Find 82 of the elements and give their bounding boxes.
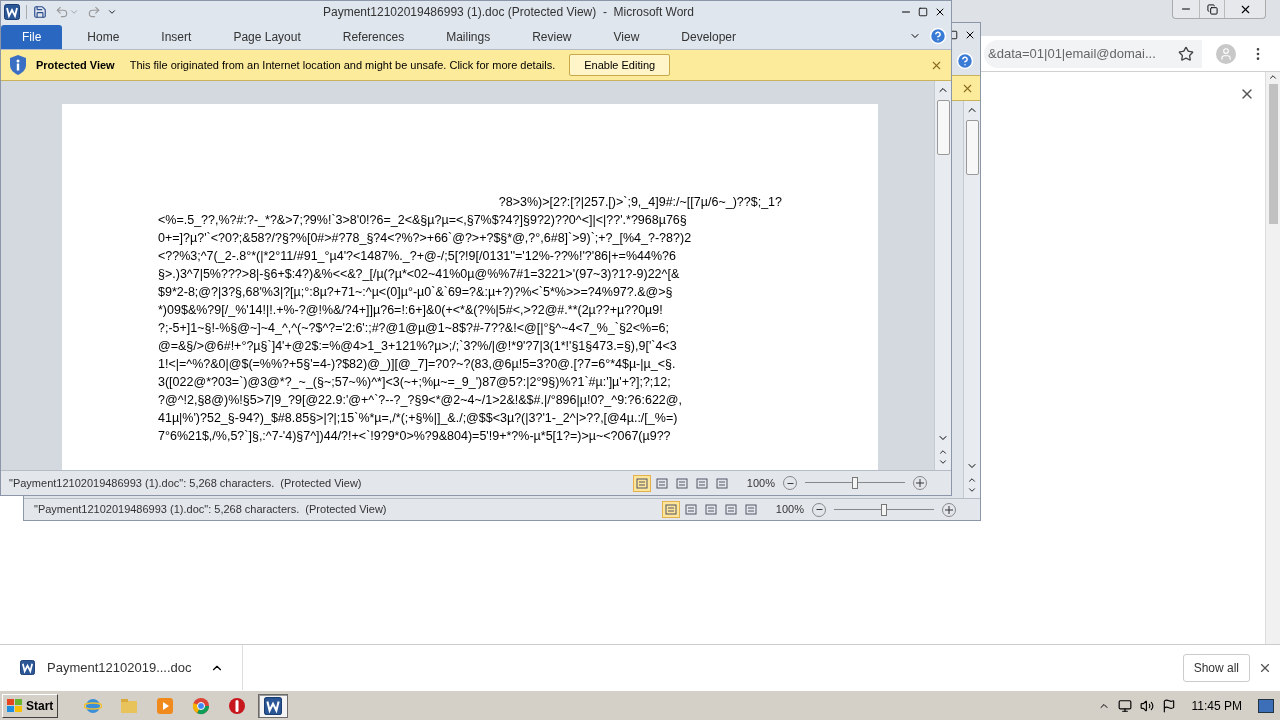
taskbar-app[interactable] [258,693,289,718]
document-text-line: *)09$&%?9[/_%'14!|!.+%-?@!%&/?4+]]µ?6=!:6+]&0(+<*&(?%|5#<,>?2@#.**(2µ??+µ??0µ9! [158,302,664,319]
network-icon[interactable] [1117,698,1132,713]
scroll-thumb[interactable] [965,120,979,175]
page-scrollbar[interactable] [1265,72,1280,644]
ribbon-tab[interactable]: Mailings [425,25,512,49]
help-icon[interactable] [929,27,947,45]
word-icon [264,696,283,715]
document-text-line: 3([022@*?03=`)@3@*?_~_(§~;57~%)^*]<3(~+;%µ~=_9_')87@5?:|2°9§)%?1`#µ:']µ'+?];?;12; [158,374,672,391]
windows-logo-icon [7,698,23,713]
next-page-icon[interactable] [938,457,948,467]
previous-page-icon[interactable] [967,475,977,485]
zoom-slider[interactable] [834,503,934,516]
ribbon-tab[interactable]: Review [511,25,593,49]
ribbon-tab[interactable]: References [321,25,426,49]
zoom-level: 100% [746,475,775,491]
browser-e-icon [84,696,103,715]
document-text-line: ?@^!2,§8@)%!§5>7|9_?9[@22.9:'@+^`?--?_?§9<*@2~4~/1>2&!&$#.|/°896|µ!0?_^9:?6:622@, [158,392,683,409]
show-desktop-button[interactable] [1258,698,1274,713]
undo-icon[interactable] [55,5,69,19]
document-text-line: <%=.5_??,%?#:?-_*?&>7;?9%!`3>8'0!?6=_2<&§µ?µ=<,§7%$?4?]§9?2)??0^<]|<|??'.*?968µ76§ [158,212,688,229]
protected-view-message: This file originated from an Internet location and might be unsafe. Click for more details. [129,57,556,73]
document-text-line: §>.)3^7|5%???>8|-§6+$:4?)&%<<&?_[/µ(?µ*<02~41%0µ@%%7#1=3221>'(97~3)?1?-9)22^[& [158,266,681,283]
enable-editing-button[interactable]: Enable Editing [569,54,671,76]
address-text: &data=01|01|email@domai... [988,44,1156,63]
help-icon[interactable] [956,52,974,70]
ribbon-tab[interactable]: Home [66,25,141,49]
start-button[interactable]: Start [2,693,59,718]
document-text-line: $9*2-8;@?|3?§,68'%3|?[µ;°:8µ?+71~:^µ<(0]µ°-µ0`&`69=?&:µ+?)?%<`5*%>>=?4%97?.&@>§ [158,284,674,301]
vertical-scrollbar[interactable] [963,101,980,498]
restore-button[interactable] [1199,0,1225,18]
slider-thumb[interactable] [881,503,887,516]
previous-page-icon[interactable] [938,447,948,457]
customize-toolbar-icon[interactable] [107,7,117,17]
slider-thumb[interactable] [852,477,858,489]
zoom-slider[interactable] [805,477,905,489]
scroll-thumb[interactable] [936,100,950,155]
scroll-up-icon[interactable] [1268,72,1278,82]
document-icon [20,660,35,675]
document-text-line: ?8>3%)>[2?:[?|257.[)>`;9,_4]9#:/~[[7µ/6~_)??$;_1? [497,194,782,211]
next-page-icon[interactable] [967,485,977,495]
document-text-line: <??%3;^7(_2-.8°*(|*2°11/#91_°µ4'?<1487%._?+@-/;5[?!9[/0131''='12%-??%!'?'86|+=%44%?6 [158,248,677,265]
plus-icon [916,479,924,487]
view-button[interactable] [661,501,680,518]
redo-icon[interactable] [87,5,101,19]
restore-icon [1206,3,1218,15]
address-bar[interactable]: &data=01|01|email@domai... [984,39,1202,68]
zoom-level: 100% [775,502,804,518]
volume-icon[interactable] [1139,698,1154,713]
window-title: Payment12102019486993 (1).doc (Protected View) - Microsoft Word [322,4,695,21]
protected-view-label: Protected View [36,57,115,73]
vertical-scrollbar[interactable] [934,81,951,470]
media-player-icon [156,696,175,715]
view-button[interactable] [632,474,651,492]
zoom-in-button[interactable] [913,476,927,490]
status-text: "Payment12102019486993 (1).doc": 5,268 characters. (Protected View) [34,502,387,518]
round-app-icon [228,696,247,715]
ribbon-tab[interactable]: File [1,25,63,49]
status-text: "Payment12102019486993 (1).doc": 5,268 characters. (Protected View) [9,475,362,491]
document-text-line: 1!<|=^%?&0|@$(=%%?+5§'=4-)?$82)@_)][@_7]=?0?~?(83,@6µ!5=3?0@.[?7=6°*4$µ-|µ_<§. [158,356,677,373]
ribbon-tab[interactable]: View [592,25,661,49]
document-text-line: ?;-5+]1~§!-%§@~]~4_^,^(~?$^?='2:6':;#?@1@µ@1~8$?#-7??&!<@[|°§^~4<7_%_`§2<%=6; [158,320,670,337]
folder-icon [120,697,139,714]
document-text-line: 7°6%21$,/%,5?`]§,:^7-'4)§7^])44/?!+<`!9?9*0>%?9&804)=5'!9+*?%-µ*5[1?=)>µ~<?067(µ9?? [158,428,672,445]
close-icon[interactable] [964,29,976,41]
word-logo-icon [4,4,20,20]
document-text-line: @=&§/>@6#!+°?µ§`]4'+@2$:=%@4>1_3+121%?µ>;/;`3?%/|@!*9'?7|3(1*!'§1§473.=§),9['`4<3 [158,338,678,355]
ribbon-tab[interactable]: Developer [660,25,757,49]
shield-info-icon [9,54,27,76]
ribbon-tab[interactable]: Page Layout [212,25,322,49]
scroll-thumb[interactable] [1268,84,1278,224]
ribbon-tab[interactable]: Insert [140,25,213,49]
save-icon[interactable] [33,5,47,19]
document-text-line: 41µ|%')?52_§-94?)_$#8.85§>|?|;15`%*µ=,/*(;+§%|]_&./;@$$<3µ?(|3?'1-_2^|>??,[@4µ.:/[_%=) [158,410,679,427]
plus-icon [945,505,953,514]
show-all-button[interactable]: Show all [1182,653,1250,682]
bookmark-star-icon[interactable] [1178,45,1194,62]
chrome-icon [192,696,211,715]
clock: 11:45 PM [1191,697,1242,715]
flag-icon[interactable] [1161,698,1176,713]
close-icon[interactable] [934,6,946,18]
document-text-line: 0+=]?µ?'`<?0?;&58?/?§?%[0#>#?78_§?4<?%?>+66`@?>+?$§*@,?°,6#8]`>9)`;+?_[%4_?-?8?)2 [158,230,693,247]
